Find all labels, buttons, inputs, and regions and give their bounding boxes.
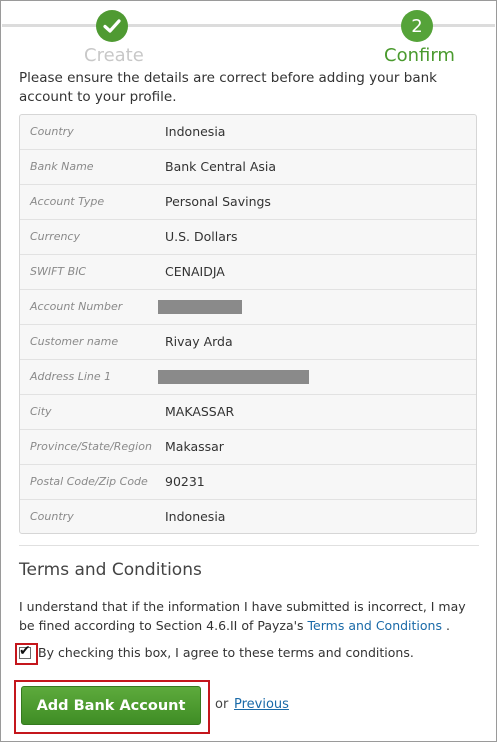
checkmark-icon (103, 19, 121, 33)
terms-text-after: . (441, 618, 450, 633)
step-create-indicator (96, 10, 128, 42)
detail-label: Currency (30, 230, 80, 243)
detail-value: 90231 (165, 474, 205, 489)
detail-label: Postal Code/Zip Code (30, 475, 148, 488)
detail-row-account-type: Account Type Personal Savings (20, 185, 476, 220)
detail-row-country: Country Indonesia (20, 115, 476, 150)
detail-label: City (30, 405, 52, 418)
bank-details-table: Country Indonesia Bank Name Bank Central… (19, 114, 477, 534)
detail-row-swift-bic: SWIFT BIC CENAIDJA (20, 255, 476, 290)
or-text: or (215, 697, 229, 712)
section-divider (19, 545, 479, 546)
detail-row-country-2: Country Indonesia (20, 500, 476, 533)
terms-link[interactable]: Terms and Conditions (308, 618, 442, 633)
detail-value: CENAIDJA (165, 264, 225, 279)
detail-row-bank-name: Bank Name Bank Central Asia (20, 150, 476, 185)
detail-label: SWIFT BIC (30, 265, 87, 278)
detail-label: Account Number (30, 300, 123, 313)
agree-checkbox[interactable]: ✔ (19, 643, 31, 659)
redacted-value (158, 370, 309, 384)
detail-value: MAKASSAR (165, 404, 235, 419)
detail-value: Indonesia (165, 509, 226, 524)
detail-row-city: City MAKASSAR (20, 395, 476, 430)
detail-label: Address Line 1 (30, 370, 112, 383)
detail-label: Country (30, 510, 74, 523)
detail-label: Customer name (30, 335, 119, 348)
agree-checkbox-label[interactable]: By checking this box, I agree to these t… (38, 645, 414, 660)
redacted-value (158, 300, 242, 314)
previous-link[interactable]: Previous (234, 697, 289, 712)
detail-value: Bank Central Asia (165, 159, 277, 174)
step-create-label: Create (84, 45, 144, 66)
detail-row-postal-code: Postal Code/Zip Code 90231 (20, 465, 476, 500)
detail-row-address-line-1: Address Line 1 (20, 360, 476, 395)
terms-heading: Terms and Conditions (19, 560, 202, 580)
step-confirm-indicator: 2 (401, 10, 433, 42)
detail-row-province: Province/State/Region Makassar (20, 430, 476, 465)
detail-value: Personal Savings (165, 194, 271, 209)
detail-label: Account Type (30, 195, 105, 208)
detail-row-currency: Currency U.S. Dollars (20, 220, 476, 255)
checkmark-icon: ✔ (19, 643, 31, 659)
detail-label: Bank Name (30, 160, 94, 173)
intro-text: Please ensure the details are correct be… (19, 70, 437, 105)
detail-value: U.S. Dollars (165, 229, 238, 244)
terms-text: I understand that if the information I h… (19, 597, 484, 635)
detail-label: Province/State/Region (30, 440, 152, 453)
detail-row-account-number: Account Number (20, 290, 476, 325)
add-bank-account-button[interactable]: Add Bank Account (21, 686, 201, 725)
detail-row-customer-name: Customer name Rivay Arda (20, 325, 476, 360)
detail-value: Makassar (165, 439, 224, 454)
detail-value: Rivay Arda (165, 334, 233, 349)
step-confirm-label: Confirm (384, 45, 455, 66)
detail-value: Indonesia (165, 124, 226, 139)
step-number: 2 (411, 15, 423, 37)
detail-label: Country (30, 125, 74, 138)
